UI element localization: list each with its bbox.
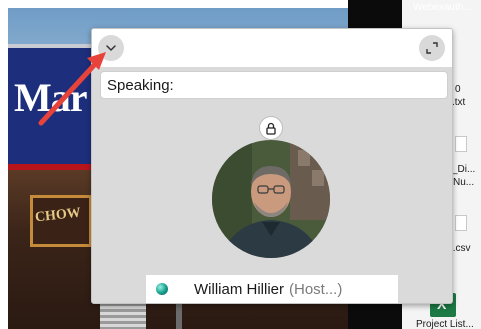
railing-post [176,300,182,329]
storefront-sign-text: Mar [14,75,88,120]
desktop-icon-label[interactable]: 0 [455,84,461,95]
desktop-icon-label[interactable]: t.csv [450,243,471,254]
meeting-floating-panel: Speaking: William Hillier (Host...) [91,28,453,304]
chowder-sign-text: CHOW [34,205,82,226]
storefront-sign: Mar [8,44,100,170]
desktop-icon-label[interactable]: Project List... [416,319,474,329]
chowder-sign: CHOW [30,195,92,247]
panel-title-bar [92,29,452,67]
lock-button[interactable] [259,116,283,140]
stairs [100,300,146,329]
desktop-icon-label[interactable]: Nu... [453,177,474,188]
lock-icon [266,122,276,135]
speaking-label: Speaking: [107,77,174,94]
desktop-icon-label-webex[interactable]: Webexauth... [413,2,472,13]
status-indicator-icon [156,283,168,295]
desktop-icon-label[interactable]: _Di... [452,164,475,175]
participant-role: (Host...) [289,280,343,298]
participant-avatar [212,140,330,258]
participant-name: William Hillier [194,280,284,298]
active-speaker-field: Speaking: [100,71,448,99]
expand-arrows-icon [426,42,438,54]
chevron-down-icon [106,45,116,51]
file-icon[interactable] [455,136,467,152]
desktop-icon-label[interactable]: .txt [452,97,465,108]
file-icon[interactable] [455,215,467,231]
participant-name-bar: William Hillier (Host...) [146,275,398,303]
expand-button[interactable] [419,35,445,61]
collapse-button[interactable] [98,35,124,61]
